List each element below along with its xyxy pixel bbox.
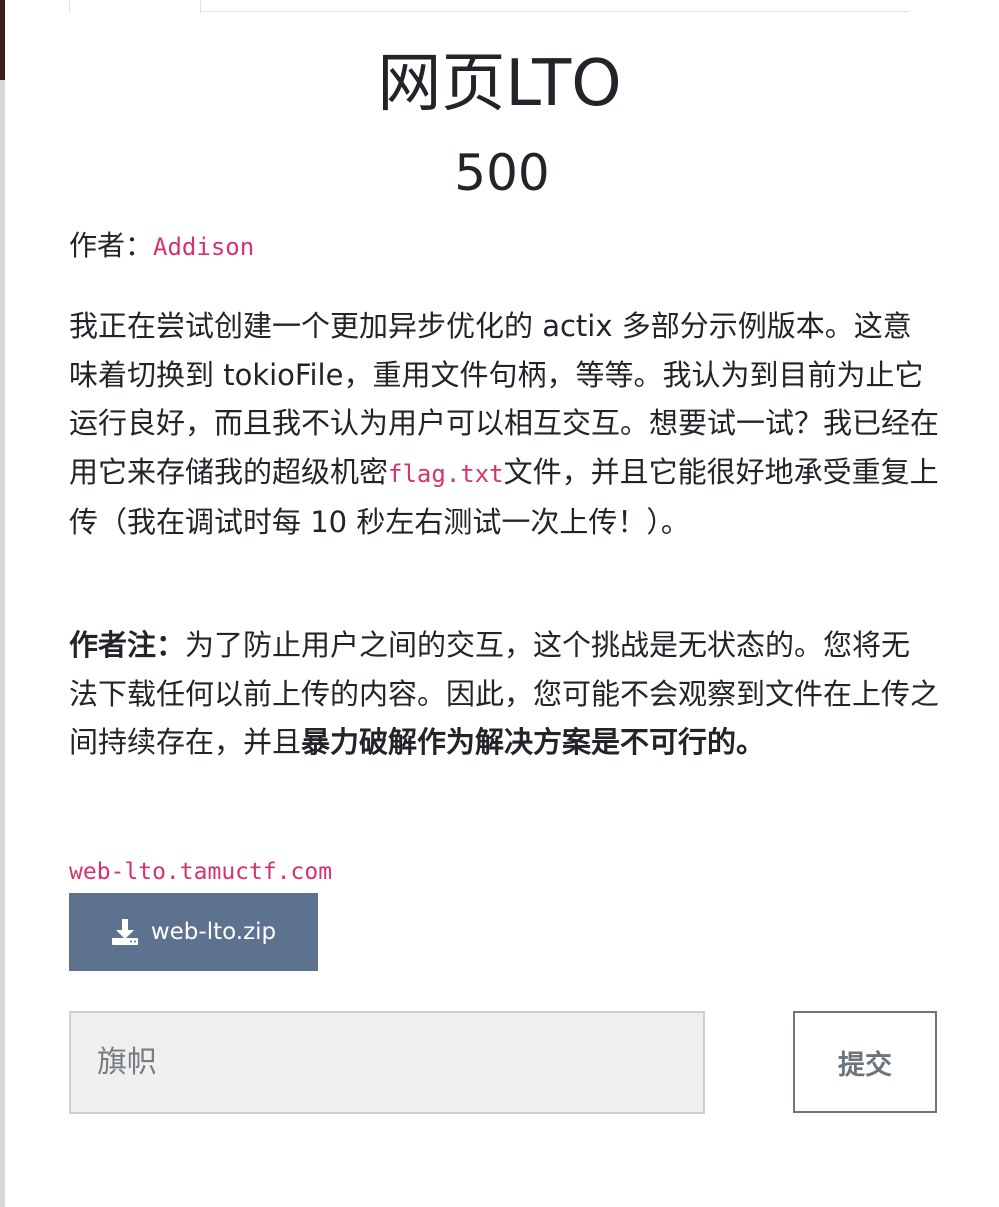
author-name: Addison <box>153 233 255 261</box>
tab-challenge[interactable] <box>69 0 201 13</box>
author-label: 作者： <box>69 229 154 262</box>
tab-bar <box>69 0 909 13</box>
note-label: 作者注： <box>69 628 186 662</box>
tab-divider <box>201 11 909 12</box>
flag-input[interactable] <box>69 1011 705 1114</box>
author-note: 作者注：为了防止用户之间的交互，这个挑战是无状态的。您将无法下载任何以前上传的内… <box>69 621 939 767</box>
author-line: 作者：Addison <box>69 226 254 267</box>
note-bold: 暴力破解作为解决方案是不可行的。 <box>301 725 766 759</box>
challenge-points: 500 <box>454 144 550 202</box>
download-button[interactable]: web-lto.zip <box>69 893 318 971</box>
download-icon <box>111 919 138 945</box>
submit-button[interactable]: 提交 <box>793 1011 937 1113</box>
download-label: web-lto.zip <box>150 919 277 945</box>
challenge-description: 我正在尝试创建一个更加异步优化的 actix 多部分示例版本。这意味着切换到 t… <box>69 302 939 547</box>
challenge-title: 网页LTO <box>377 47 622 121</box>
description-code: flag.txt <box>388 459 504 488</box>
challenge-host-link[interactable]: web-lto.tamuctf.com <box>69 855 332 889</box>
